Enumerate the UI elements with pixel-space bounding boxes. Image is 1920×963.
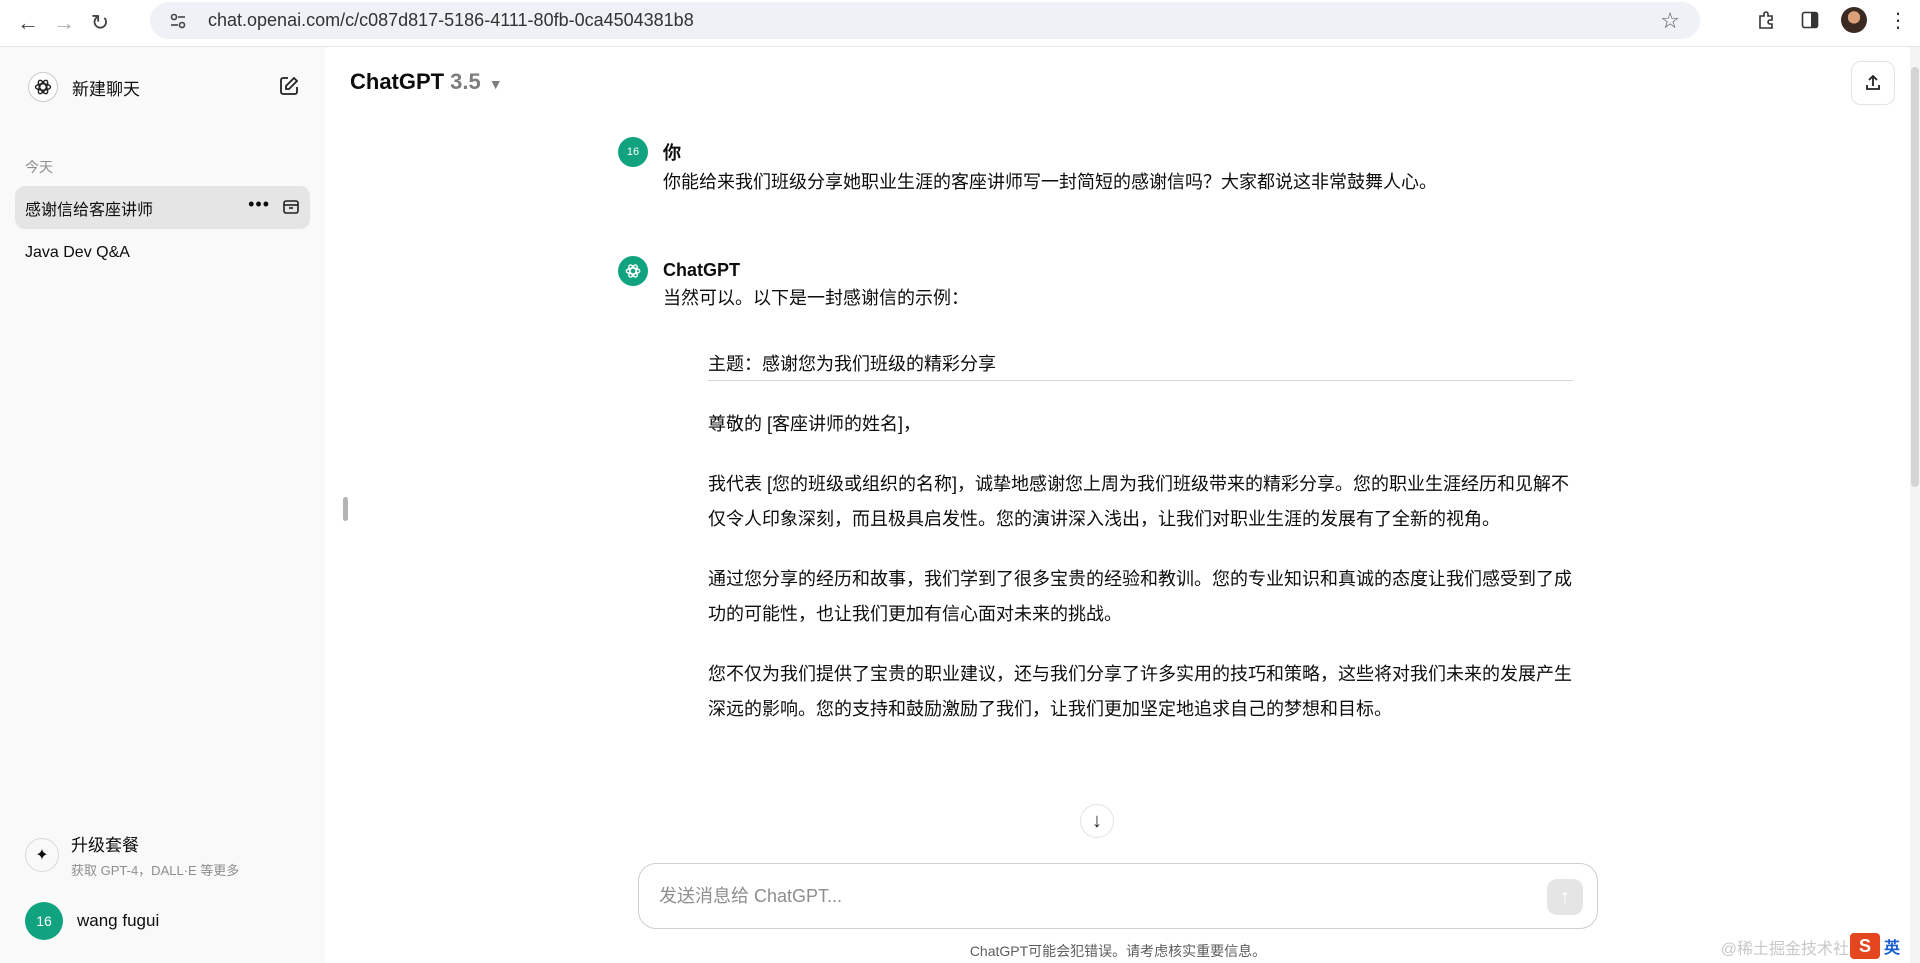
conversation-item[interactable]: Java Dev Q&A (15, 231, 310, 274)
letter-content: 主题：感谢您为我们班级的精彩分享 尊敬的 [客座讲师的姓名]， 我代表 [您的班… (708, 347, 1573, 752)
arrow-down-icon: ↓ (1092, 809, 1102, 832)
message-text: 你能给来我们班级分享她职业生涯的客座讲师写一封简短的感谢信吗？大家都说这非常鼓舞… (663, 172, 1437, 192)
user-message: 16 你 你能给来我们班级分享她职业生涯的客座讲师写一封简短的感谢信吗？大家都说… (618, 137, 1535, 200)
ime-indicator[interactable]: S 英 (1850, 932, 1910, 960)
url-text: chat.openai.com/c/c087d817-5186-4111-80f… (208, 10, 694, 30)
message-author: 你 (663, 143, 681, 163)
sparkle-icon: ✦ (25, 838, 59, 872)
user-menu[interactable]: 16 wang fugui (15, 895, 310, 947)
profile-avatar[interactable] (1832, 2, 1876, 38)
model-selector[interactable]: ChatGPT 3.5 ▼ (350, 69, 503, 95)
scroll-to-bottom-button[interactable]: ↓ (1080, 804, 1114, 838)
conversation-title: 感谢信给客座讲师 (25, 201, 154, 219)
site-settings-icon[interactable] (168, 11, 188, 31)
browser-toolbar: ← → ↻ chat.openai.com/c/c087d817-5186-41… (0, 0, 1920, 47)
section-label-today: 今天 (25, 159, 53, 175)
assistant-intro: 当然可以。以下是一封感谢信的示例： (663, 288, 969, 308)
upgrade-title: 升级套餐 (71, 836, 139, 855)
letter-paragraph: 尊敬的 [客座讲师的姓名]， (708, 414, 922, 434)
new-chat-button[interactable]: 新建聊天 (14, 64, 310, 110)
browser-menu-icon[interactable]: ⋮ (1876, 2, 1920, 38)
extensions-icon[interactable] (1744, 2, 1788, 38)
upgrade-plan-button[interactable]: ✦ 升级套餐 获取 GPT-4，DALL·E 等更多 (15, 827, 310, 883)
bookmark-star-icon[interactable]: ☆ (1660, 8, 1680, 34)
chevron-down-icon: ▼ (488, 76, 503, 92)
letter-paragraph: 主题：感谢您为我们班级的精彩分享 (708, 354, 996, 374)
letter-paragraph: 我代表 [您的班级或组织的名称]，诚挚地感谢您上周为我们班级带来的精彩分享。您的… (708, 474, 1569, 529)
model-version: 3.5 (450, 69, 481, 94)
message-composer: ↑ (638, 863, 1598, 929)
chatgpt-avatar-icon (618, 255, 648, 286)
openai-logo-icon (28, 72, 58, 102)
message-input[interactable] (659, 885, 1519, 907)
share-icon (1866, 74, 1880, 90)
user-message-avatar: 16 (618, 137, 648, 167)
scrollbar[interactable] (1910, 47, 1920, 963)
disclaimer-text: ChatGPT可能会犯错误。请考虑核实重要信息。 (969, 943, 1267, 959)
chat-main: ChatGPT 3.5 ▼ 16 你 你能给来我们班级分享她职业生涯的客座讲师写… (325, 47, 1920, 963)
model-name: ChatGPT (350, 69, 445, 94)
letter-paragraph: 通过您分享的经历和故事，我们学到了很多宝贵的经验和教训。您的专业知识和真诚的态度… (708, 569, 1572, 624)
compose-icon[interactable] (278, 75, 300, 97)
ime-language: 英 (1884, 940, 1901, 957)
reload-icon[interactable]: ↻ (82, 5, 118, 41)
assistant-message: ChatGPT 当然可以。以下是一封感谢信的示例： (618, 255, 1535, 316)
arrow-up-icon: ↑ (1560, 885, 1570, 908)
back-icon[interactable]: ← (10, 5, 46, 41)
side-panel-icon[interactable] (1788, 2, 1832, 38)
forward-icon[interactable]: → (46, 5, 82, 41)
share-button[interactable] (1851, 61, 1895, 105)
watermark-text: @稀土掘金技术社区 (1720, 941, 1865, 958)
user-name: wang fugui (77, 911, 160, 930)
sogou-ime-icon: S (1850, 933, 1880, 959)
scrollbar-thumb[interactable] (1911, 67, 1919, 487)
conversation-title: Java Dev Q&A (25, 243, 130, 261)
upgrade-subtitle: 获取 GPT-4，DALL·E 等更多 (71, 863, 240, 878)
address-bar[interactable]: chat.openai.com/c/c087d817-5186-4111-80f… (150, 2, 1700, 39)
new-chat-label: 新建聊天 (72, 79, 140, 99)
user-avatar: 16 (25, 902, 63, 940)
conversation-item-active[interactable]: 感谢信给客座讲师 ••• (15, 186, 310, 229)
message-author: ChatGPT (663, 260, 741, 280)
sidebar: 新建聊天 今天 感谢信给客座讲师 ••• Java Dev Q&A ✦ 升级套餐… (0, 47, 325, 963)
letter-paragraph: 您不仅为我们提供了宝贵的职业建议，还与我们分享了许多实用的技巧和策略，这些将对我… (708, 664, 1572, 719)
send-button[interactable]: ↑ (1547, 879, 1583, 915)
more-options-icon[interactable]: ••• (248, 194, 270, 215)
sidebar-resize-handle[interactable] (343, 497, 348, 521)
archive-icon[interactable] (282, 198, 300, 216)
